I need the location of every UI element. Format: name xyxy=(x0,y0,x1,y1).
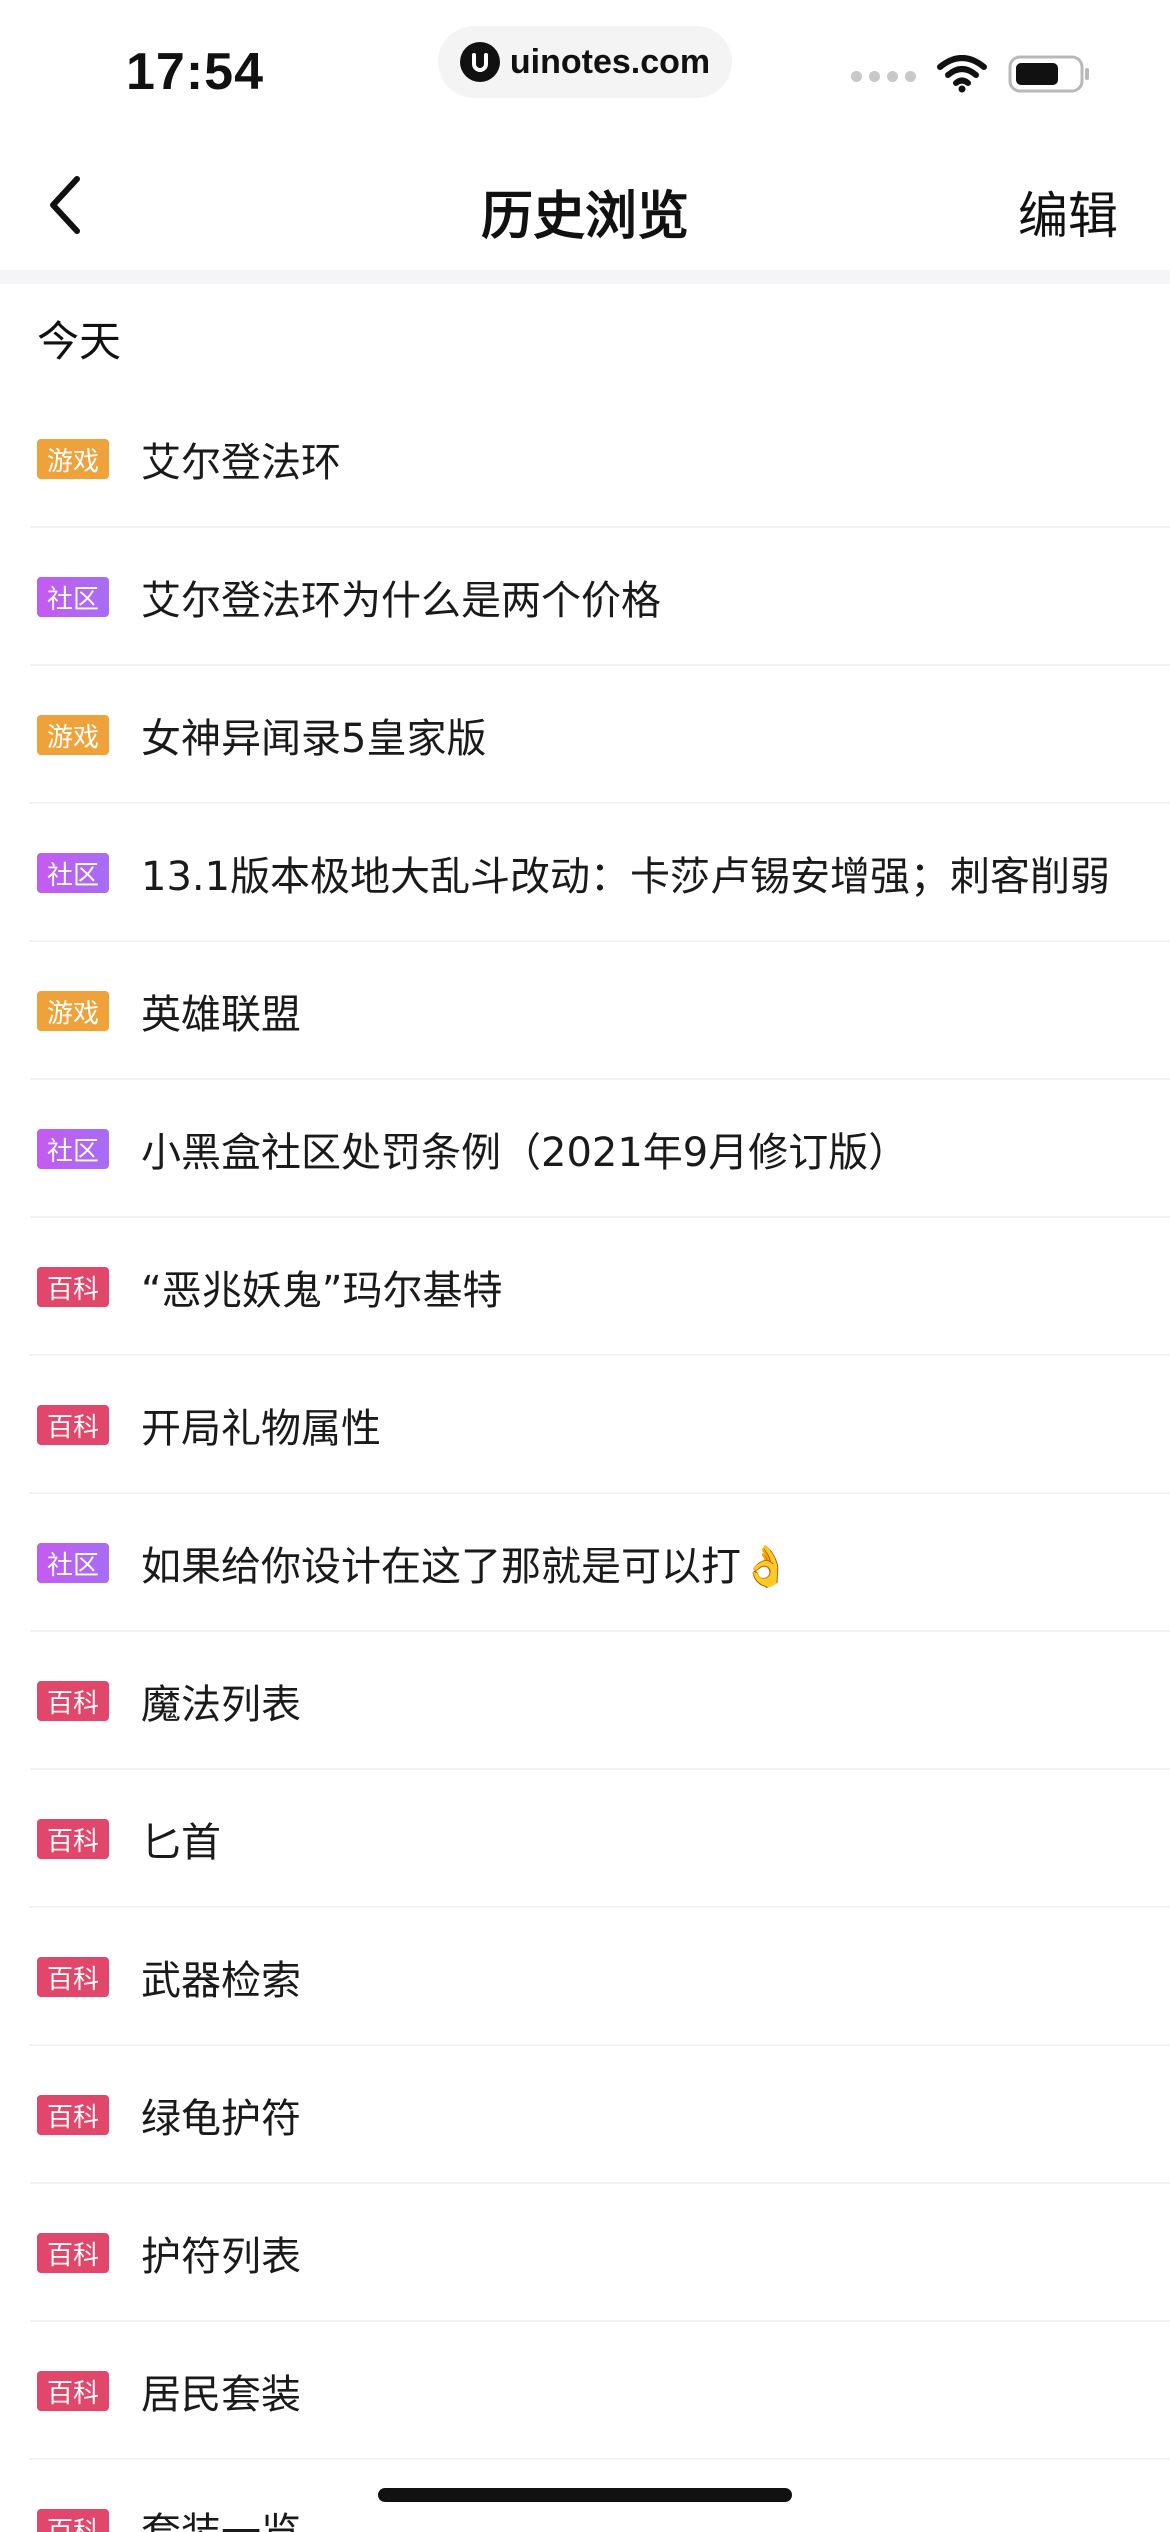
status-indicators xyxy=(851,54,1092,98)
list-item[interactable]: 百科 护符列表 xyxy=(0,2184,1170,2322)
list-item[interactable]: 百科 居民套装 xyxy=(0,2322,1170,2460)
category-tag: 社区 xyxy=(37,1129,109,1169)
category-tag: 社区 xyxy=(37,577,109,617)
category-tag: 游戏 xyxy=(37,991,109,1031)
category-tag: 百科 xyxy=(37,1681,109,1721)
item-title: 小黑盒社区处罚条例（2021年9月修订版） xyxy=(141,1130,909,1176)
screen: 17:54 uinotes.com 历史浏览 编辑 今天 游戏 艾尔登法环 社区… xyxy=(0,0,1170,2532)
item-title: 匕首 xyxy=(141,1820,221,1866)
url-pill[interactable]: uinotes.com xyxy=(438,26,732,98)
category-tag: 百科 xyxy=(37,2371,109,2411)
category-tag: 社区 xyxy=(37,853,109,893)
item-title: 女神异闻录5皇家版 xyxy=(141,716,487,762)
history-list: 游戏 艾尔登法环 社区 艾尔登法环为什么是两个价格 游戏 女神异闻录5皇家版 社区 13.1版… xyxy=(0,390,1170,2532)
item-title: 武器检索 xyxy=(141,1958,301,2004)
item-title: 居民套装 xyxy=(141,2372,301,2418)
list-item[interactable]: 百科 开局礼物属性 xyxy=(0,1356,1170,1494)
home-indicator xyxy=(378,2488,792,2502)
item-title: 魔法列表 xyxy=(141,1682,301,1728)
item-title: 艾尔登法环为什么是两个价格 xyxy=(141,578,661,624)
navigation-bar: 历史浏览 编辑 xyxy=(0,140,1170,270)
item-title: “恶兆妖鬼”玛尔基特 xyxy=(141,1268,503,1314)
status-time: 17:54 xyxy=(126,43,264,101)
item-title: 护符列表 xyxy=(141,2234,301,2280)
category-tag: 百科 xyxy=(37,1267,109,1307)
section-header-today: 今天 xyxy=(37,317,122,366)
item-title: 艾尔登法环 xyxy=(141,440,341,486)
list-item[interactable]: 社区 小黑盒社区处罚条例（2021年9月修订版） xyxy=(0,1080,1170,1218)
list-item[interactable]: 社区 艾尔登法环为什么是两个价格 xyxy=(0,528,1170,666)
wifi-icon xyxy=(936,55,988,97)
item-title: 绿龟护符 xyxy=(141,2096,301,2142)
list-item[interactable]: 社区 13.1版本极地大乱斗改动：卡莎卢锡安增强；刺客削弱 xyxy=(0,804,1170,942)
category-tag: 游戏 xyxy=(37,715,109,755)
list-item[interactable]: 百科 武器检索 xyxy=(0,1908,1170,2046)
list-item[interactable]: 百科 匕首 xyxy=(0,1770,1170,1908)
list-item[interactable]: 百科 魔法列表 xyxy=(0,1632,1170,1770)
nav-divider xyxy=(0,270,1170,284)
list-item[interactable]: 百科 “恶兆妖鬼”玛尔基特 xyxy=(0,1218,1170,1356)
cellular-signal-icon xyxy=(851,70,916,82)
edit-button[interactable]: 编辑 xyxy=(1018,176,1118,248)
list-item[interactable]: 游戏 艾尔登法环 xyxy=(0,390,1170,528)
list-item[interactable]: 社区 如果给你设计在这了那就是可以打👌 xyxy=(0,1494,1170,1632)
category-tag: 社区 xyxy=(37,1543,109,1583)
category-tag: 游戏 xyxy=(37,439,109,479)
category-tag: 百科 xyxy=(37,1405,109,1445)
item-title: 如果给你设计在这了那就是可以打👌 xyxy=(141,1544,791,1590)
category-tag: 百科 xyxy=(37,2233,109,2273)
item-title: 英雄联盟 xyxy=(141,992,301,1038)
list-item[interactable]: 百科 绿龟护符 xyxy=(0,2046,1170,2184)
item-title: 套装一览 xyxy=(141,2500,301,2532)
list-item[interactable]: 游戏 女神异闻录5皇家版 xyxy=(0,666,1170,804)
site-logo-icon xyxy=(459,42,500,82)
item-title: 13.1版本极地大乱斗改动：卡莎卢锡安增强；刺客削弱 xyxy=(141,854,1111,900)
page-title: 历史浏览 xyxy=(480,187,689,247)
url-text: uinotes.com xyxy=(509,42,711,81)
category-tag: 百科 xyxy=(37,2509,109,2532)
category-tag: 百科 xyxy=(37,1957,109,1997)
battery-icon xyxy=(1008,54,1092,98)
category-tag: 百科 xyxy=(37,2095,109,2135)
item-title: 开局礼物属性 xyxy=(141,1406,381,1452)
list-item[interactable]: 游戏 英雄联盟 xyxy=(0,942,1170,1080)
status-bar: 17:54 uinotes.com xyxy=(0,0,1170,140)
category-tag: 百科 xyxy=(37,1819,109,1859)
